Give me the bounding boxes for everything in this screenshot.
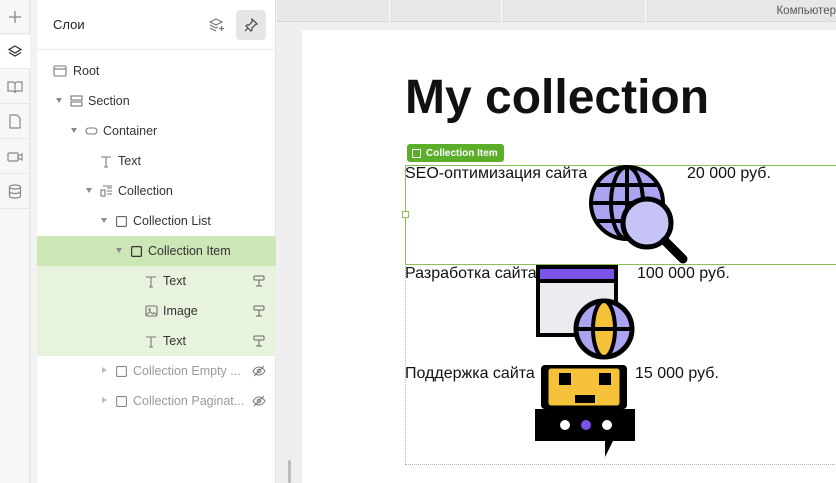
layer-collection[interactable]: Collection <box>37 176 276 206</box>
layer-collection-item[interactable]: Collection Item <box>37 236 276 266</box>
layer-root[interactable]: Root <box>37 56 276 86</box>
pin-icon <box>244 18 258 32</box>
page-heading[interactable]: My collection <box>405 70 709 125</box>
collection-item[interactable]: SEO-оптимизация сайта 20 000 руб. <box>405 165 836 265</box>
canvas-page: My collection Collection Item SEO-оптими… <box>302 30 836 483</box>
layer-label: Section <box>88 94 130 108</box>
layer-container[interactable]: Container <box>37 116 276 146</box>
breakpoint-bar: Компьютер <box>277 0 836 22</box>
text-icon <box>99 154 113 168</box>
add-layer-icon <box>209 18 224 32</box>
section-icon <box>69 94 83 108</box>
layer-item-image[interactable]: Image <box>37 296 276 326</box>
layer-label: Collection Paginat... <box>133 394 245 408</box>
layer-collection-list[interactable]: Collection List <box>37 206 276 236</box>
add-layer-button[interactable] <box>202 10 232 40</box>
square-icon <box>114 394 128 408</box>
square-icon <box>114 364 128 378</box>
square-icon <box>412 148 421 158</box>
layer-label: Collection Item <box>148 244 231 258</box>
layer-label: Collection <box>118 184 173 198</box>
layer-label: Text <box>118 154 141 168</box>
layers-panel: Слои Root Section Container Text Collect… <box>37 0 276 483</box>
video-icon[interactable] <box>0 140 30 174</box>
layer-label: Text <box>163 334 186 348</box>
chevron-down-icon[interactable] <box>86 188 92 193</box>
bind-icon[interactable] <box>252 274 266 288</box>
frame-icon <box>53 64 67 78</box>
book-icon[interactable] <box>0 70 30 104</box>
chevron-down-icon[interactable] <box>101 218 107 223</box>
item-price: 100 000 руб. <box>637 265 730 282</box>
breakpoint-desktop-tab[interactable]: Компьютер <box>776 5 836 17</box>
layer-label: Image <box>163 304 198 318</box>
chevron-down-icon[interactable] <box>56 98 62 103</box>
chevron-down-icon[interactable] <box>71 128 77 133</box>
layer-text[interactable]: Text <box>37 146 276 176</box>
layer-collection-pagination[interactable]: Collection Paginat... <box>37 386 276 416</box>
left-rail <box>0 0 30 483</box>
selected-element-tag: Collection Item <box>407 144 504 162</box>
eye-off-icon[interactable] <box>252 364 266 378</box>
editor-app: Слои Root Section Container Text Collect… <box>0 0 836 483</box>
layer-label: Container <box>103 124 158 138</box>
square-icon <box>114 214 128 228</box>
text-icon <box>144 274 158 288</box>
layer-label: Collection Empty ... <box>133 364 241 378</box>
tag-label: Collection Item <box>426 147 498 159</box>
divider <box>389 0 390 22</box>
item-name: Поддержка сайта <box>405 365 535 382</box>
chevron-right-icon[interactable] <box>102 367 107 373</box>
database-icon[interactable] <box>0 175 30 209</box>
web-dev-icon <box>536 265 635 360</box>
chevron-down-icon[interactable] <box>116 248 122 253</box>
chevron-right-icon[interactable] <box>102 397 107 403</box>
eye-off-icon[interactable] <box>252 394 266 408</box>
item-name: Разработка сайта <box>405 265 537 282</box>
page-icon[interactable] <box>0 105 30 139</box>
divider <box>645 0 646 22</box>
layers-panel-header: Слои <box>37 0 276 50</box>
support-robot-icon <box>535 365 635 457</box>
layer-item-text[interactable]: Text <box>37 266 276 296</box>
plus-icon[interactable] <box>0 0 30 34</box>
item-price: 15 000 руб. <box>635 365 719 382</box>
square-icon <box>129 244 143 258</box>
scrollbar[interactable] <box>288 460 291 483</box>
layer-item-text[interactable]: Text <box>37 326 276 356</box>
divider <box>501 0 502 22</box>
layer-section[interactable]: Section <box>37 86 276 116</box>
layer-tree: Root Section Container Text Collection C… <box>37 56 276 416</box>
layers-icon[interactable] <box>0 35 30 69</box>
item-name: SEO-оптимизация сайта <box>405 165 588 182</box>
layer-label: Collection List <box>133 214 211 228</box>
container-icon <box>84 124 98 138</box>
text-icon <box>144 334 158 348</box>
image-icon <box>144 304 158 318</box>
panel-title: Слои <box>53 17 85 32</box>
collection-item[interactable]: Поддержка сайта 15 000 руб. <box>405 365 836 465</box>
collection-icon <box>99 184 113 198</box>
seo-globe-icon <box>589 165 688 264</box>
layer-collection-empty[interactable]: Collection Empty ... <box>37 356 276 386</box>
pin-panel-button[interactable] <box>236 10 266 40</box>
layer-label: Text <box>163 274 186 288</box>
collection-item[interactable]: Разработка сайта 100 000 руб. <box>405 265 836 365</box>
item-price: 20 000 руб. <box>687 165 771 182</box>
layer-label: Root <box>73 64 100 78</box>
bind-icon[interactable] <box>252 334 266 348</box>
bind-icon[interactable] <box>252 304 266 318</box>
